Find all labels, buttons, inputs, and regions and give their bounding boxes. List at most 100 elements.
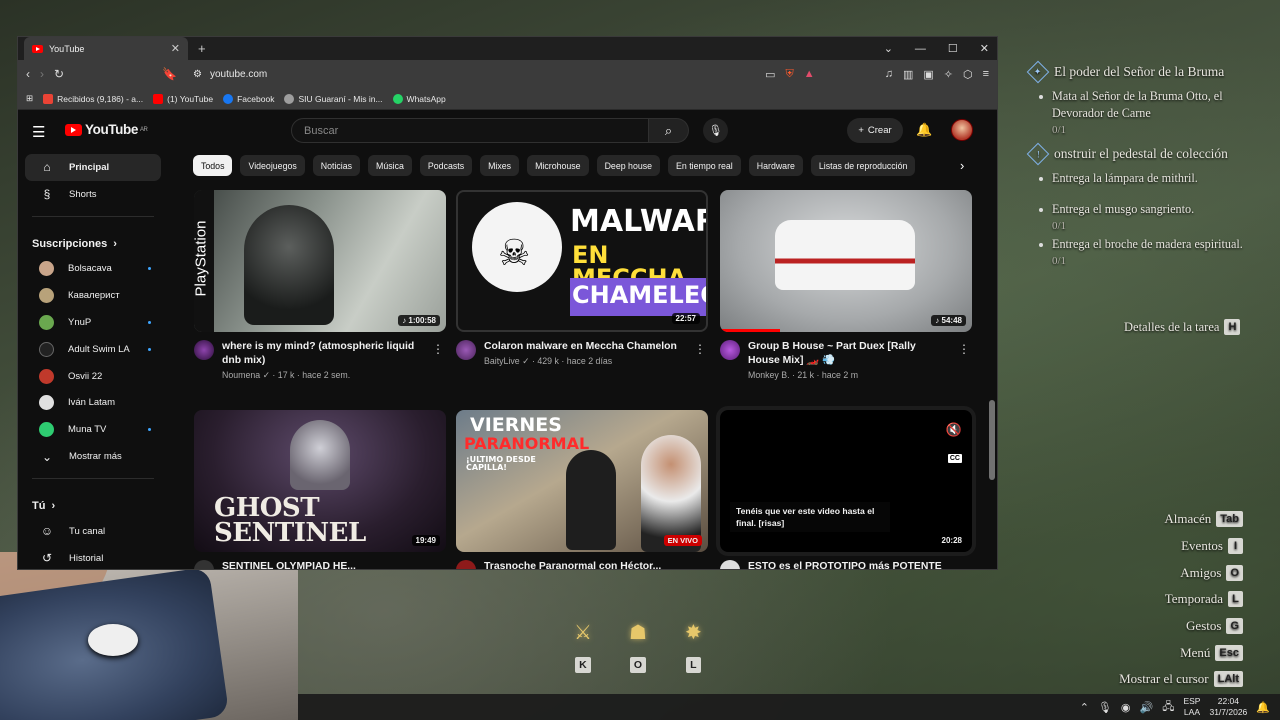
chip-podcasts[interactable]: Podcasts [419, 155, 473, 176]
close-tab-icon[interactable]: ✕ [171, 42, 180, 55]
hotkey-friends[interactable]: Amigos O [1119, 559, 1243, 586]
new-tab-button[interactable]: + [198, 41, 206, 56]
video-title[interactable]: Colaron malware en Meccha Chamelon [484, 340, 684, 354]
chip-hardware[interactable]: Hardware [748, 155, 803, 176]
chip-playlists[interactable]: Listas de reproducción [810, 155, 916, 176]
bookmark-gmail[interactable]: Recibidos (9,186) - a... [43, 93, 143, 104]
subscriptions-heading[interactable]: Suscripciones › [18, 225, 168, 256]
ability-slot[interactable]: ✸ L [685, 620, 702, 673]
hotkey-storage[interactable]: Almacén Tab [1119, 506, 1243, 533]
video-thumbnail[interactable]: PlayStation ♪ 1:00:58 [194, 190, 446, 332]
hotkey-events[interactable]: Eventos I [1119, 533, 1243, 560]
notifications-bell-icon[interactable]: 🔔 [916, 122, 932, 138]
sidebar-item-subscription[interactable]: Muna TV [25, 416, 161, 443]
discord-icon[interactable]: ◉ [1121, 701, 1131, 714]
sidebar-item-subscription[interactable]: YnuP [25, 309, 161, 336]
chips-next-icon[interactable]: › [960, 158, 964, 173]
video-title[interactable]: Trasnoche Paranormal con Héctor... [484, 560, 684, 569]
video-card[interactable]: ☠ MALWARE EN MECCHA CHAMELEON 22:57 Cola… [456, 190, 708, 367]
reload-icon[interactable]: ↻ [54, 67, 64, 81]
wallet-icon[interactable]: ▣ [923, 68, 933, 81]
video-card[interactable]: VIERNES PARANORMAL ¡ULTIMO DESDE CAPILLA… [456, 410, 708, 569]
chip-deep-house[interactable]: Deep house [596, 155, 661, 176]
bookmark-youtube[interactable]: (1) YouTube [153, 93, 213, 104]
sidebar-item-subscription[interactable]: Osvii 22 [25, 363, 161, 390]
chip-music[interactable]: Música [368, 155, 412, 176]
apps-grid-icon[interactable]: ⊞ [26, 93, 33, 104]
captions-button[interactable]: CC [947, 454, 962, 463]
bookmark-facebook[interactable]: Facebook [223, 93, 274, 104]
sidebar-item-shorts[interactable]: § Shorts [25, 181, 161, 208]
rewards-icon[interactable]: ▲ [804, 68, 815, 80]
account-avatar[interactable] [951, 119, 973, 141]
search-input[interactable]: Buscar [291, 118, 649, 143]
sidebar-item-subscription[interactable]: Bolsacava [25, 256, 161, 283]
leo-ai-icon[interactable]: ✧ [944, 68, 953, 81]
address-bar[interactable]: ⚙ youtube.com [193, 64, 755, 84]
hamburger-menu-icon[interactable]: ☰ [32, 123, 45, 141]
create-button[interactable]: + Crear [847, 118, 903, 143]
unmute-icon[interactable]: 🔇 [946, 422, 962, 438]
minimize-button[interactable]: — [915, 43, 926, 55]
menu-icon[interactable]: ≡ [983, 68, 989, 80]
forward-icon[interactable]: › [40, 67, 44, 81]
channel-avatar[interactable] [456, 560, 476, 569]
show-more-button[interactable]: ⌄ Mostrar más [25, 443, 161, 470]
sidebar-icon[interactable]: ▥ [903, 68, 913, 81]
maximize-button[interactable]: ☐ [948, 42, 958, 55]
close-window-button[interactable]: ✕ [980, 42, 989, 55]
video-thumbnail[interactable]: GHOST SENTINEL 19:49 [194, 410, 446, 552]
task-details-hint[interactable]: Detalles de la tarea H [1124, 319, 1241, 335]
chip-live[interactable]: En tiempo real [668, 155, 741, 176]
speaker-icon[interactable]: 🔊 [1139, 701, 1153, 714]
video-title[interactable]: ESTO es el PROTOTIPO más POTENTE del... [748, 560, 948, 569]
video-card[interactable]: PlayStation ♪ 1:00:58 where is my mind? … [194, 190, 446, 381]
youtube-logo[interactable]: YouTube AR [65, 122, 148, 137]
back-icon[interactable]: ‹ [26, 67, 30, 81]
tab-youtube[interactable]: YouTube ✕ [24, 37, 188, 60]
video-card[interactable]: ♪ 54:48 Group B House ~ Part Duex [Rally… [720, 190, 972, 380]
video-title[interactable]: Group B House ~ Part Duex [Rally House M… [748, 340, 948, 368]
video-thumbnail[interactable]: ♪ 54:48 [720, 190, 972, 332]
mic-icon[interactable]: 🎙 [1098, 701, 1112, 714]
video-card[interactable]: 🔇 CC Tenéis que ver este video hasta el … [716, 406, 976, 569]
channel-avatar[interactable] [720, 560, 740, 569]
bookmark-siu-guarani[interactable]: SIU Guaraní - Mis in... [284, 93, 383, 104]
site-info-icon[interactable]: ⚙ [193, 69, 202, 80]
search-button[interactable]: ⌕ [649, 118, 689, 143]
clock[interactable]: 22:04 31/7/2026 [1209, 696, 1247, 718]
brave-shield-icon[interactable]: ⛨ [786, 68, 794, 81]
sidebar-item-history[interactable]: ↺ Historial [25, 545, 161, 569]
ability-slot[interactable]: ☗ O [629, 620, 647, 673]
hotkey-gestures[interactable]: Gestos G [1119, 613, 1243, 640]
tab-search-icon[interactable]: ⌄ [884, 42, 893, 55]
video-card[interactable]: GHOST SENTINEL 19:49 SENTINEL OLYMPIAD H… [194, 410, 446, 569]
channel-avatar[interactable] [456, 340, 476, 360]
channel-avatar[interactable] [194, 340, 214, 360]
hotkey-season[interactable]: Temporada L [1119, 586, 1243, 613]
ability-slot[interactable]: ⚔ K [574, 620, 592, 673]
chip-mixes[interactable]: Mixes [480, 155, 520, 176]
sidebar-item-your-channel[interactable]: ☺ Tu canal [25, 518, 161, 545]
more-options-icon[interactable]: ⋮ [694, 342, 706, 356]
sidebar-item-home[interactable]: ⌂ Principal [25, 154, 161, 181]
bookmark-icon[interactable]: 🔖 [162, 67, 177, 81]
chip-all[interactable]: Todos [193, 155, 233, 176]
video-title[interactable]: SENTINEL OLYMPIAD HE... [222, 560, 422, 569]
chip-videogames[interactable]: Videojuegos [240, 155, 305, 176]
hotkey-show-cursor[interactable]: Mostrar el cursor LAlt [1119, 666, 1243, 693]
sidebar-item-subscription[interactable]: Adult Swim LA [25, 336, 161, 363]
more-options-icon[interactable]: ⋮ [432, 342, 444, 356]
chip-news[interactable]: Noticias [312, 155, 361, 176]
notification-bell-icon[interactable]: 🔔 [1256, 701, 1270, 714]
hotkey-menu[interactable]: Menú Esc [1119, 639, 1243, 666]
video-thumbnail[interactable]: ☠ MALWARE EN MECCHA CHAMELEON 22:57 [456, 190, 708, 332]
sidebar-item-subscription[interactable]: Кавалерист [25, 282, 161, 309]
voice-search-button[interactable]: 🎙 [703, 118, 728, 143]
page-scrollbar[interactable] [989, 400, 995, 480]
video-preview-player[interactable]: 🔇 CC Tenéis que ver este video hasta el … [716, 406, 976, 556]
channel-avatar[interactable] [194, 560, 214, 569]
video-thumbnail[interactable]: VIERNES PARANORMAL ¡ULTIMO DESDE CAPILLA… [456, 410, 708, 552]
media-icon[interactable]: ♫ [885, 68, 893, 80]
chip-microhouse[interactable]: Microhouse [527, 155, 589, 176]
